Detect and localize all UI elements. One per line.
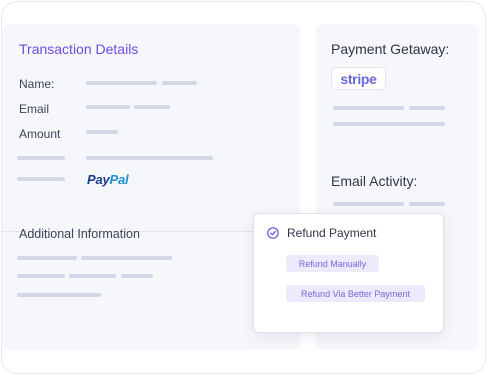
- gateway-placeholder: [333, 106, 404, 110]
- email-activity-placeholder: [333, 202, 404, 206]
- amount-value-placeholder: [86, 130, 118, 134]
- additional-info-placeholder: [17, 274, 65, 278]
- refund-via-better-payment-button[interactable]: Refund Via Better Payment: [286, 285, 425, 302]
- amount-label: Amount: [19, 127, 61, 141]
- check-circle-icon: [267, 227, 279, 239]
- email-value-placeholder: [86, 105, 130, 109]
- name-value-placeholder: [86, 81, 157, 85]
- stripe-logo: stripe: [331, 67, 386, 90]
- additional-info-placeholder: [17, 293, 101, 297]
- gateway-placeholder: [409, 106, 445, 110]
- email-activity-title: Email Activity:: [331, 173, 418, 189]
- gateway-placeholder: [333, 122, 445, 126]
- additional-info-placeholder: [81, 256, 172, 260]
- field-label-placeholder: [17, 177, 65, 181]
- additional-info-placeholder: [17, 256, 77, 260]
- gateway-title: Payment Getaway:: [331, 41, 450, 57]
- additional-info-title: Additional Information: [19, 227, 140, 241]
- paypal-logo: PayPal: [87, 172, 129, 187]
- transaction-title: Transaction Details: [19, 41, 139, 57]
- additional-info-placeholder: [121, 274, 153, 278]
- name-label: Name:: [19, 77, 55, 91]
- stripe-logo-text: stripe: [340, 70, 377, 87]
- refund-payment-title: Refund Payment: [287, 226, 377, 240]
- refund-manually-button[interactable]: Refund Manually: [286, 255, 379, 272]
- field-value-placeholder: [86, 156, 213, 160]
- name-value-placeholder: [162, 81, 197, 85]
- paypal-logo-pal: Pal: [109, 172, 129, 187]
- field-label-placeholder: [17, 156, 65, 160]
- refund-payment-popup: Refund Payment Refund Manually Refund Vi…: [253, 213, 444, 333]
- email-value-placeholder: [134, 105, 170, 109]
- email-activity-placeholder: [409, 202, 445, 206]
- paypal-logo-pay: Pay: [87, 172, 110, 187]
- additional-info-placeholder: [69, 274, 116, 278]
- email-label: Email: [19, 102, 50, 116]
